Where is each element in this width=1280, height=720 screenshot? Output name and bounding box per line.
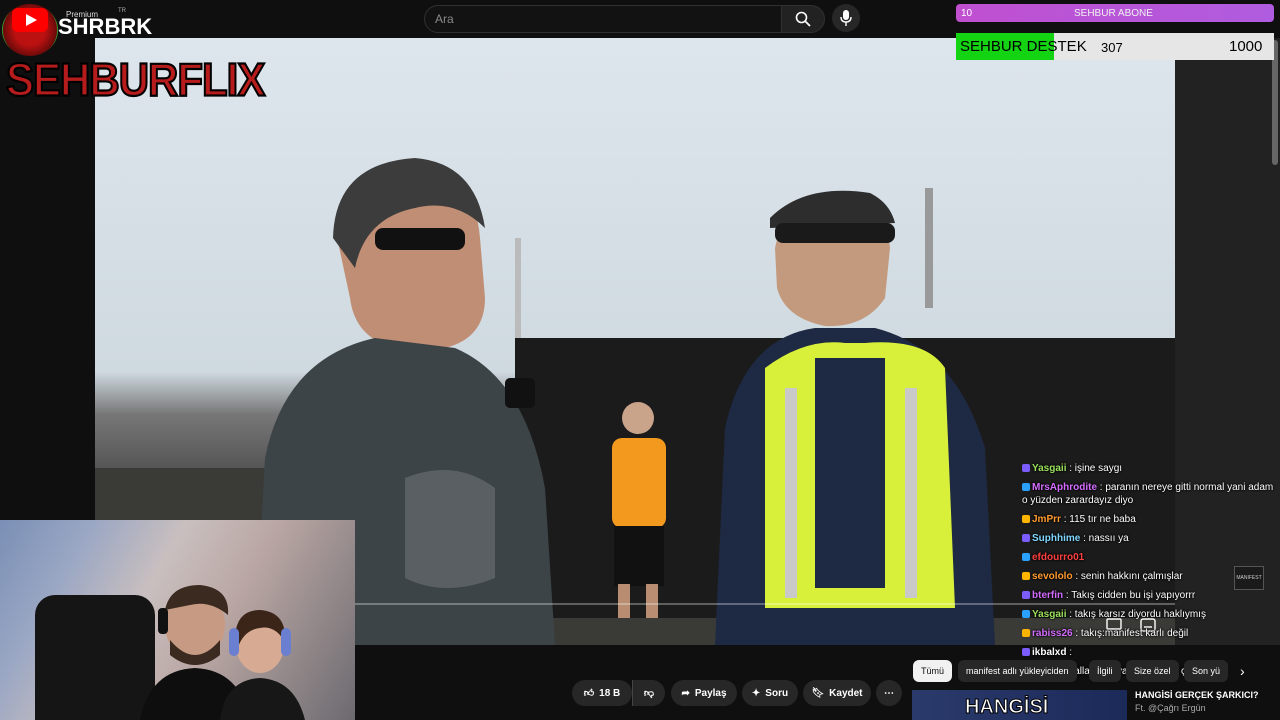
chat-username[interactable]: ikbalxd	[1032, 647, 1066, 658]
chat-badge-icon	[1022, 572, 1030, 581]
thumbs-down-icon: 👎︎	[643, 688, 655, 699]
subscriber-goal-label: SEHBUR ABONE	[1074, 8, 1153, 19]
youtube-logo-icon[interactable]	[12, 8, 48, 32]
chat-overlay: Yasgaii : işine saygı MrsAphrodite : para…	[1022, 462, 1280, 684]
voice-search-button[interactable]	[832, 4, 860, 32]
chevron-right-icon[interactable]: ›	[1240, 663, 1245, 679]
chip-uploader[interactable]: manifest adlı yükleyiciden	[958, 660, 1077, 682]
chat-username[interactable]: Suphhime	[1032, 533, 1080, 544]
chat-message: MrsAphrodite : paranın nereye gitti norm…	[1022, 481, 1280, 507]
chat-message: Yasgaii : işine saygı	[1022, 462, 1280, 475]
chat-badge-icon	[1022, 515, 1030, 524]
search-button[interactable]	[781, 5, 825, 33]
chat-badge-icon	[1022, 553, 1030, 562]
microphone-icon	[840, 10, 852, 26]
support-goal-target: 1000	[1229, 38, 1263, 55]
chat-text: : takış karsız diyordu haklıymış	[1069, 609, 1206, 620]
chat-message: bterfin : Takış cidden bu işi yapıyorrr	[1022, 589, 1280, 602]
more-icon: ⋯	[884, 687, 894, 699]
chat-username[interactable]: bterfin	[1032, 590, 1063, 601]
chat-badge-icon	[1022, 610, 1030, 619]
chip-all[interactable]: Tümü	[913, 660, 953, 682]
chat-text: : senin hakkını çalmışlar	[1075, 571, 1183, 582]
chat-username[interactable]: efdourro01	[1032, 552, 1084, 563]
thumbs-up-icon: 👍︎	[583, 688, 595, 699]
brand-name[interactable]: SHRBRK	[58, 14, 152, 40]
overlay-brand: SEHBURFLIX	[5, 52, 266, 106]
chat-message: Yasgaii : takış karsız diyordu haklıymış	[1022, 608, 1280, 621]
chat-text: :	[1069, 647, 1073, 658]
chat-text: : takış:manifest karlı değil	[1075, 628, 1189, 639]
recommendation-artist: Ft. @Çağrı Ergün	[1135, 703, 1206, 713]
chat-badge-icon	[1022, 591, 1030, 600]
chat-badge-icon	[1022, 483, 1030, 492]
chat-message: JmPrr : 115 tır ne baba	[1022, 513, 1280, 526]
ask-button[interactable]: ✦ Soru	[742, 680, 798, 706]
chat-username[interactable]: rabiss26	[1032, 628, 1073, 639]
support-goal-label: SEHBUR DESTEK	[960, 38, 1087, 55]
chat-message: rabiss26 : takış:manifest karlı değil	[1022, 627, 1280, 640]
chat-text: : işine saygı	[1069, 463, 1123, 474]
save-label: Kaydet	[829, 687, 863, 699]
webcam-overlay	[0, 520, 355, 720]
subscriber-goal-count: 10	[961, 8, 973, 19]
worker-figure	[612, 402, 666, 618]
chat-message: ikbalxd :	[1022, 646, 1280, 659]
share-button[interactable]: ➦ Paylaş	[671, 680, 737, 706]
recommendation-title[interactable]: HANGİSİ GERÇEK ŞARKICI?	[1135, 690, 1259, 700]
share-label: Paylaş	[694, 687, 727, 699]
search-input[interactable]: Ara	[424, 5, 783, 33]
search-placeholder: Ara	[435, 12, 454, 26]
chat-message: sevololo : senin hakkını çalmışlar	[1022, 570, 1280, 583]
support-goal-current: 307	[1101, 40, 1123, 55]
chat-text: : nassıı ya	[1083, 533, 1129, 544]
chip-recent[interactable]: Son yü	[1184, 660, 1229, 682]
dislike-button[interactable]: 👎︎	[632, 680, 665, 706]
chat-badge-icon	[1022, 629, 1030, 638]
chat-text: : 115 tır ne baba	[1063, 514, 1136, 525]
guest-figure	[220, 610, 305, 720]
more-actions-button[interactable]: ⋯	[876, 680, 902, 706]
chat-username[interactable]: MrsAphrodite	[1032, 482, 1097, 493]
thumbnail-text: HANGİSİ	[964, 696, 1049, 719]
chat-badge-icon	[1022, 464, 1030, 473]
chat-message: efdourro01	[1022, 551, 1280, 564]
chat-text: : Takış cidden bu işi yapıyorrr	[1065, 590, 1196, 601]
ask-label: Soru	[765, 687, 789, 699]
bookmark-icon: 🔖︎	[811, 687, 825, 699]
chip-for-you[interactable]: Size özel	[1126, 660, 1179, 682]
chat-username[interactable]: sevololo	[1032, 571, 1073, 582]
chat-message: Suphhime : nassıı ya	[1022, 532, 1280, 545]
share-icon: ➦	[681, 687, 690, 699]
gaming-chair	[35, 595, 155, 720]
search-icon	[795, 11, 811, 27]
chat-username[interactable]: Yasgaii	[1032, 609, 1066, 620]
chip-related[interactable]: İlgili	[1089, 660, 1121, 682]
chat-badge-icon	[1022, 534, 1030, 543]
chat-username[interactable]: JmPrr	[1032, 514, 1061, 525]
sparkle-icon: ✦	[751, 687, 761, 699]
save-button[interactable]: 🔖︎ Kaydet	[803, 680, 871, 706]
chat-username[interactable]: Yasgaii	[1032, 463, 1066, 474]
like-count: 18 B	[599, 687, 621, 699]
chat-badge-icon	[1022, 648, 1030, 657]
like-button[interactable]: 👍︎ 18 B	[572, 680, 632, 706]
man-in-safety-vest	[715, 190, 995, 645]
